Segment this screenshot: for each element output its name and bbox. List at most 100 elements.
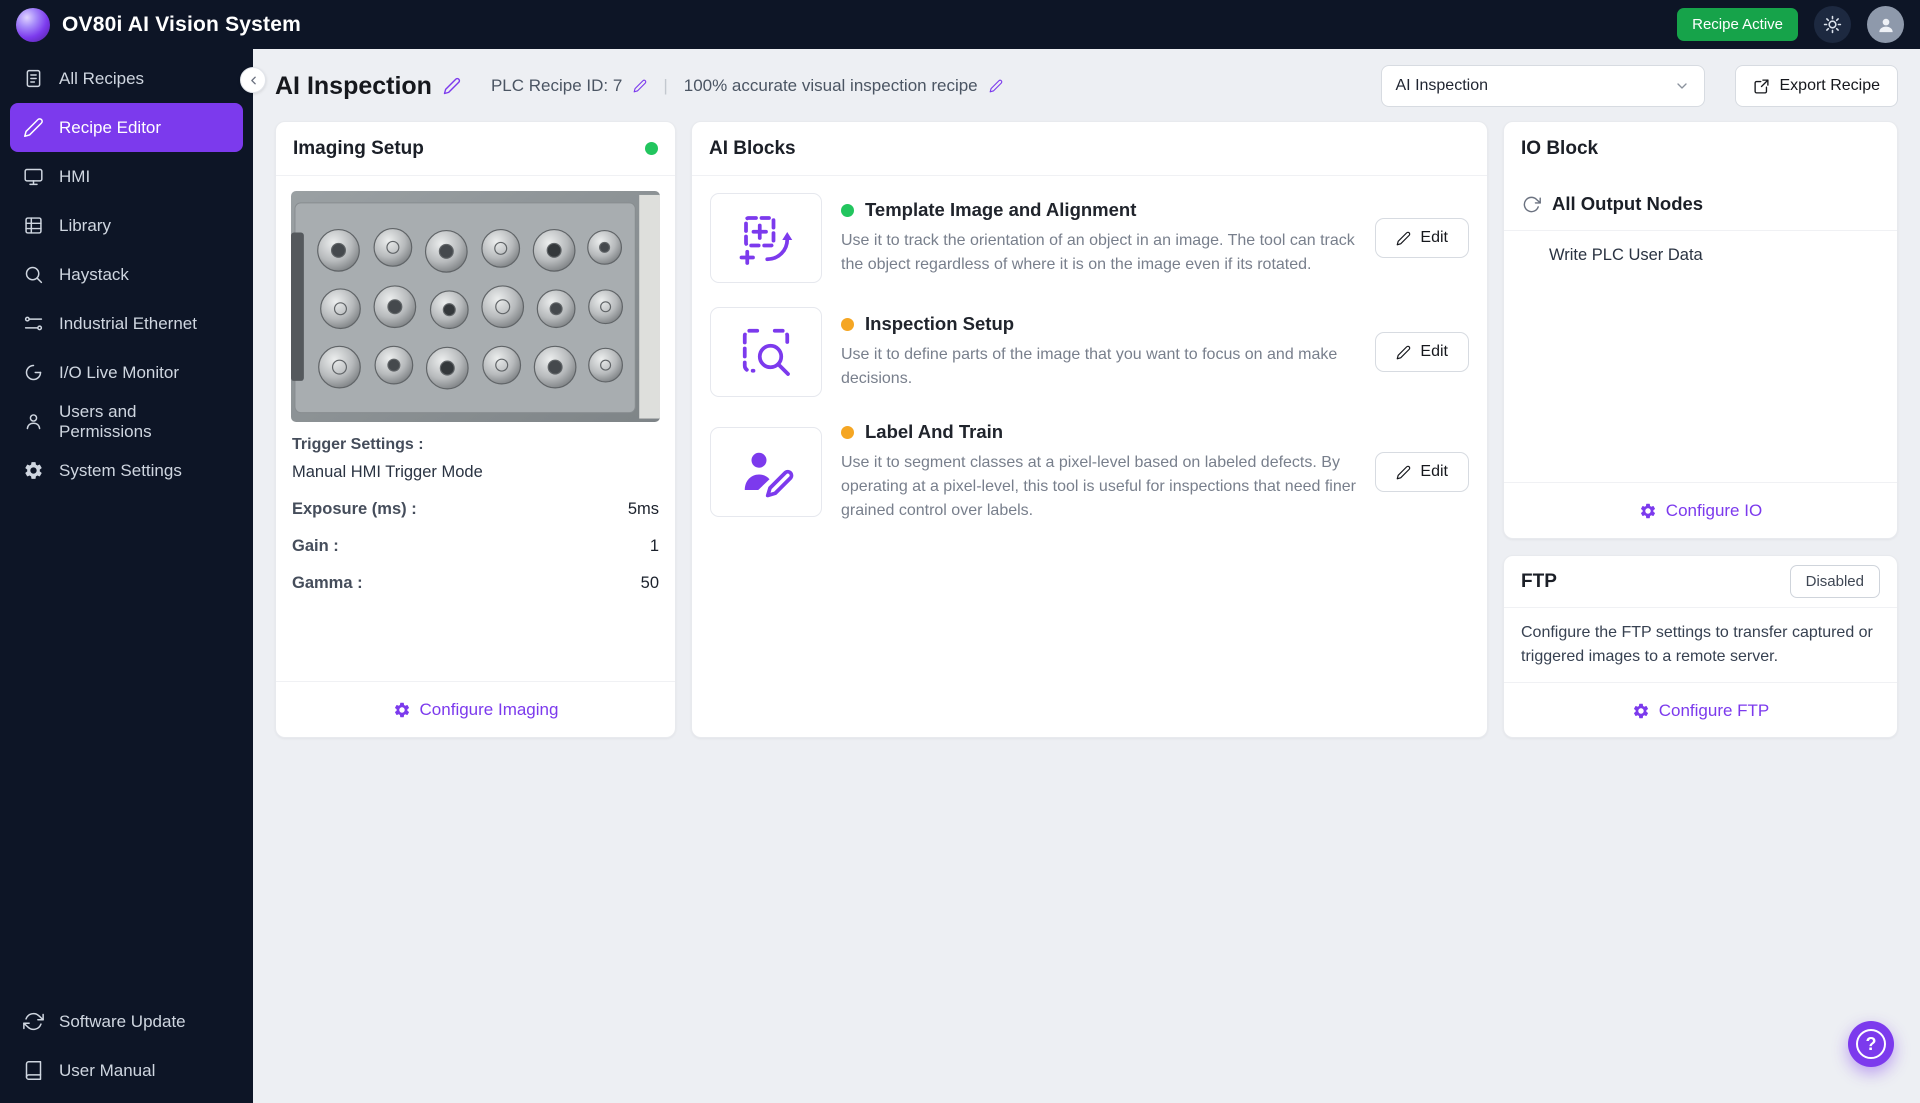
block-status-dot [841, 317, 854, 331]
gain-value: 1 [649, 537, 659, 556]
sidebar: All Recipes Recipe Editor HMI Library Ha… [0, 49, 253, 1103]
block-description: Use it to track the orientation of an ob… [841, 232, 1355, 273]
main-content: AI Inspection PLC Recipe ID: 7 | 100% ac… [253, 49, 1920, 1103]
io-block-header: IO Block [1504, 122, 1897, 176]
configure-io-label: Configure IO [1665, 500, 1763, 520]
edit-label-and-train-button[interactable]: Edit [1375, 452, 1469, 492]
output-node-item[interactable]: Write PLC User Data [1504, 231, 1897, 265]
sidebar-item-library[interactable]: Library [10, 201, 243, 250]
recipe-description: 100% accurate visual inspection recipe [683, 76, 978, 95]
edit-inspection-setup-button[interactable]: Edit [1375, 332, 1469, 372]
export-recipe-button[interactable]: Export Recipe [1734, 65, 1898, 107]
sidebar-item-haystack[interactable]: Haystack [10, 250, 243, 299]
imaging-setup-title: Imaging Setup [293, 137, 424, 159]
gamma-label: Gamma : [292, 574, 363, 593]
configure-imaging-button[interactable]: Configure Imaging [387, 699, 565, 721]
gear-icon [23, 460, 44, 481]
book-icon [23, 1060, 44, 1081]
sidebar-item-label: I/O Live Monitor [59, 362, 179, 382]
configure-ftp-label: Configure FTP [1658, 700, 1770, 720]
ai-blocks-header: AI Blocks [692, 122, 1487, 176]
io-block-card: IO Block All Output Nodes Write PLC User… [1503, 121, 1898, 539]
edit-title-icon[interactable] [443, 77, 461, 95]
trigger-settings-value: Manual HMI Trigger Mode [292, 463, 483, 482]
app-title: OV80i AI Vision System [62, 12, 301, 36]
gain-row: Gain : 1 [292, 537, 659, 556]
sidebar-item-user-manual[interactable]: User Manual [10, 1046, 243, 1095]
template-alignment-icon [710, 193, 822, 283]
user-avatar[interactable] [1867, 6, 1904, 43]
ai-block-template-alignment: Template Image and Alignment Use it to t… [710, 193, 1469, 283]
page-body: All Recipes Recipe Editor HMI Library Ha… [0, 49, 1920, 1103]
sidebar-item-label: HMI [59, 166, 91, 186]
block-status-dot [841, 203, 854, 217]
sidebar-item-software-update[interactable]: Software Update [10, 997, 243, 1046]
app-root: OV80i AI Vision System Recipe Active All… [0, 0, 1920, 1103]
gear-icon [1639, 502, 1657, 520]
configure-io-button[interactable]: Configure IO [1633, 500, 1768, 522]
recipe-select[interactable]: AI Inspection [1380, 65, 1705, 107]
sidebar-item-hmi[interactable]: HMI [10, 152, 243, 201]
theme-toggle-button[interactable] [1814, 6, 1851, 43]
sidebar-item-label: User Manual [59, 1060, 156, 1080]
ftp-title: FTP [1521, 570, 1557, 592]
recipe-active-badge: Recipe Active [1677, 8, 1798, 41]
pen-icon [1396, 231, 1411, 246]
circular-arrow-icon [1522, 195, 1541, 214]
export-recipe-label: Export Recipe [1779, 77, 1881, 94]
ai-blocks-list: Template Image and Alignment Use it to t… [692, 176, 1487, 540]
edit-description-icon[interactable] [989, 79, 1003, 93]
users-icon [23, 411, 44, 432]
sidebar-item-io-live-monitor[interactable]: I/O Live Monitor [10, 348, 243, 397]
exposure-row: Exposure (ms) : 5ms [292, 500, 659, 519]
imaging-card-footer: Configure Imaging [276, 681, 675, 737]
block-description: Use it to segment classes at a pixel-lev… [841, 454, 1356, 519]
camera-preview-image [291, 191, 660, 423]
sidebar-item-label: Users and Permissions [59, 401, 152, 441]
ai-blocks-panel: AI Blocks Template Image and Alignment U… [691, 121, 1488, 738]
block-status-dot [841, 425, 854, 439]
imaging-status-dot [645, 142, 658, 155]
person-icon [1876, 15, 1896, 35]
io-monitor-icon [23, 362, 44, 383]
export-icon [1753, 78, 1770, 95]
chevron-left-icon [247, 74, 260, 87]
recipe-header: AI Inspection PLC Recipe ID: 7 | 100% ac… [275, 63, 1898, 109]
pen-icon [1396, 465, 1411, 480]
ftp-card-footer: Configure FTP [1504, 682, 1897, 738]
gamma-row: Gamma : 50 [292, 574, 659, 593]
app-logo-icon [16, 7, 50, 42]
recipes-icon [23, 68, 44, 89]
edit-plc-id-icon[interactable] [633, 79, 647, 93]
sun-icon [1823, 15, 1842, 34]
configure-imaging-label: Configure Imaging [419, 699, 559, 719]
content-columns: Imaging Setup Trigger Settings: Manual … [275, 121, 1898, 738]
sidebar-item-label: Recipe Editor [59, 117, 162, 137]
all-output-nodes-label: All Output Nodes [1552, 193, 1704, 214]
gear-icon [393, 701, 411, 719]
all-output-nodes-row: All Output Nodes [1504, 176, 1897, 231]
gamma-value: 50 [640, 574, 659, 593]
plc-recipe-id: PLC Recipe ID: 7 [490, 76, 623, 95]
sidebar-item-system-settings[interactable]: System Settings [10, 446, 243, 495]
recipe-select-value: AI Inspection [1395, 77, 1489, 94]
block-body: Template Image and Alignment Use it to t… [841, 199, 1356, 277]
imaging-setup-card: Imaging Setup Trigger Settings: Manual … [275, 121, 676, 738]
sidebar-item-recipe-editor[interactable]: Recipe Editor [10, 103, 243, 152]
sidebar-item-industrial-ethernet[interactable]: Industrial Ethernet [10, 299, 243, 348]
help-button[interactable]: ? [1848, 1021, 1894, 1067]
chevron-down-icon [1674, 78, 1690, 94]
block-title: Inspection Setup [865, 313, 1015, 334]
sidebar-item-label: Haystack [59, 264, 129, 284]
edit-template-alignment-button[interactable]: Edit [1375, 218, 1469, 258]
topbar-actions: Recipe Active [1677, 6, 1904, 43]
sidebar-item-all-recipes[interactable]: All Recipes [10, 54, 243, 103]
sidebar-collapse-button[interactable] [240, 67, 266, 93]
ai-block-label-and-train: Label And Train Use it to segment classe… [710, 421, 1469, 523]
ftp-description: Configure the FTP settings to transfer c… [1521, 624, 1873, 665]
ftp-status-badge: Disabled [1789, 565, 1880, 598]
sidebar-item-users-permissions[interactable]: Users and Permissions [10, 397, 243, 446]
sidebar-footer: Software Update User Manual [0, 997, 253, 1095]
configure-ftp-button[interactable]: Configure FTP [1626, 700, 1776, 722]
ai-block-inspection-setup: Inspection Setup Use it to define parts … [710, 307, 1469, 397]
